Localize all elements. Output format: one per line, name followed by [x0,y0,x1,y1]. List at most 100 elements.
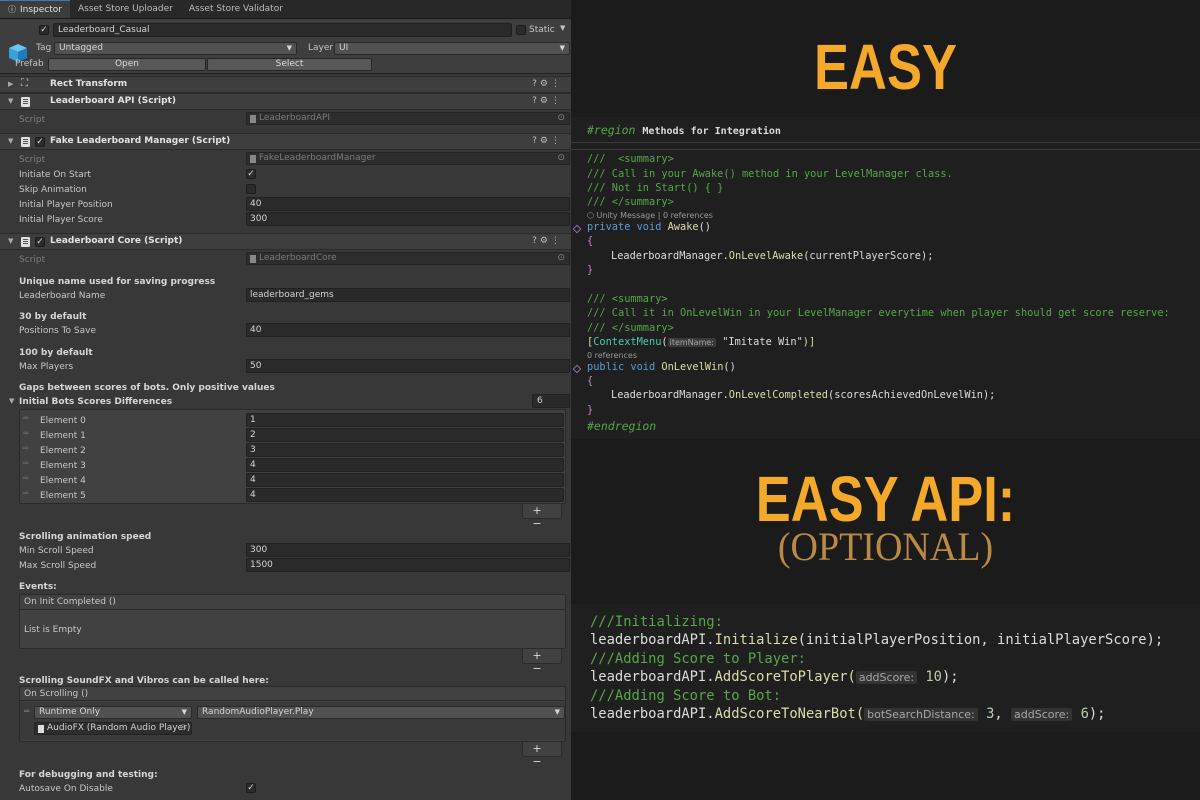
codelens[interactable]: 0 references [587,351,637,360]
tab-asset-store-validator[interactable]: Asset Store Validator [181,0,291,18]
codelens-text: Unity Message | 0 references [596,211,713,220]
tag-dropdown[interactable]: Untagged ▼ [54,42,297,55]
element-value-field[interactable]: 3 [246,443,564,457]
method-dropdown[interactable]: RandomAudioPlayer.Play ▼ [197,706,565,719]
drag-handle-icon[interactable]: ═ [24,707,29,717]
layer-label: Layer [308,43,334,53]
component-fake-leaderboard-manager[interactable]: ▼ ✓ Fake Leaderboard Manager (Script) ?⚙… [0,133,571,150]
list-size-field[interactable]: 6 [532,394,570,408]
open-prefab-button[interactable]: Open [48,58,206,71]
component-tools[interactable]: ?⚙⋮ [532,96,563,106]
tab-bar: ⓘ Inspector Asset Store Uploader Asset St… [0,0,571,19]
method-name: Initialize [714,632,798,648]
drag-handle-icon[interactable]: ═ [23,414,28,424]
divider [20,609,565,610]
number-literal: 6 [1080,706,1089,722]
inlay-hint: botSearchDistance: [864,708,978,721]
section-header: For debugging and testing: [19,770,158,780]
autosave-on-disable-checkbox[interactable]: ✓ [246,783,256,793]
component-leaderboard-core[interactable]: ▼ ✓ Leaderboard Core (Script) ?⚙⋮ [0,233,571,250]
min-scroll-speed-field[interactable]: 300 [246,543,570,557]
event-add-remove-buttons[interactable]: +− [522,649,562,675]
code-text: () [698,221,711,233]
target-icon[interactable]: ⊙ [557,113,565,124]
string-literal: "Imitate Win" [722,336,803,348]
fold-arrow-icon[interactable]: ▼ [8,237,13,245]
component-leaderboard-api[interactable]: ▼ Leaderboard API (Script) ?⚙⋮ [0,93,571,110]
drag-handle-icon[interactable]: ═ [23,444,28,454]
initial-player-position-field[interactable]: 40 [246,197,570,211]
component-enabled-checkbox[interactable]: ✓ [35,237,45,247]
gameobject-header: ✓ Leaderboard_Casual Static ▼ Tag Untagg… [0,19,571,74]
element-value-field[interactable]: 4 [246,488,564,502]
runtime-dropdown[interactable]: Runtime Only ▼ [34,706,192,719]
code-text: () [723,361,736,373]
layer-value: UI [339,43,349,53]
codelens[interactable]: ⬡ Unity Message | 0 references [587,211,713,220]
method-icon [572,364,582,374]
element-value-field[interactable]: 1 [246,413,564,427]
list-add-remove-buttons[interactable]: +− [522,504,562,530]
component-rect-transform[interactable]: ▶ ⛶ Rect Transform ?⚙⋮ [0,76,571,93]
target-icon[interactable]: ⊙ [557,253,565,264]
initial-player-score-field[interactable]: 300 [246,212,570,226]
target-icon[interactable]: ⊙ [179,723,187,734]
component-tools[interactable]: ?⚙⋮ [532,79,563,89]
scroll-event-add-remove-buttons[interactable]: +− [522,742,562,768]
skip-animation-checkbox[interactable] [246,184,256,194]
fold-arrow-icon[interactable]: ▶ [8,80,13,88]
drag-handle-icon[interactable]: ═ [23,489,28,499]
gameobject-name-field[interactable]: Leaderboard_Casual [53,23,512,37]
code-line: [ContextMenu(itemName: "Imitate Win")] [587,336,816,348]
component-tools[interactable]: ?⚙⋮ [532,136,563,146]
initiate-on-start-checkbox[interactable]: ✓ [246,169,256,179]
component-tools[interactable]: ?⚙⋮ [532,236,563,246]
bots-scores-differences-label: Initial Bots Scores Differences [19,397,173,407]
method-icon [572,224,582,234]
script-icon [21,97,30,107]
positions-to-save-field[interactable]: 40 [246,323,570,337]
max-players-field[interactable]: 50 [246,359,570,373]
section-header: 100 by default [19,348,93,358]
component-enabled-checkbox[interactable]: ✓ [35,137,45,147]
script-icon [21,237,30,247]
rect-transform-icon: ⛶ [21,78,28,89]
drag-handle-icon[interactable]: ═ [23,429,28,439]
tab-inspector[interactable]: ⓘ Inspector [0,0,70,18]
layer-dropdown[interactable]: UI ▼ [334,42,570,55]
initial-player-score-label: Initial Player Score [19,215,103,225]
audio-object-field[interactable]: AudioFX (Random Audio Player) ⊙ [34,722,192,735]
drag-handle-icon[interactable]: ═ [23,459,28,469]
promo-panel: EASY INTEGRATION: #region Methods for In… [571,0,1200,800]
fold-arrow-icon[interactable]: ▼ [8,97,13,105]
code-text: (initialPlayerPosition, initialPlayerSco… [797,632,1164,648]
element-value-field[interactable]: 2 [246,428,564,442]
chevron-down-icon: ▼ [554,708,560,716]
script-icon [250,255,256,263]
code-comment: ///Adding Score to Player: [590,651,806,667]
drag-handle-icon[interactable]: ═ [23,474,28,484]
target-icon[interactable]: ⊙ [557,153,565,164]
code-line: #region Methods for Integration [587,123,781,137]
code-text: leaderboardAPI. [590,706,715,722]
number-literal: 10 [925,669,942,685]
element-value-field[interactable]: 4 [246,473,564,487]
section-header: 30 by default [19,312,87,322]
script-value: FakeLeaderboardManager [259,153,376,163]
method-name: AddScoreToPlayer [714,669,848,685]
chevron-down-icon[interactable]: ▼ [560,24,565,32]
element-value-field[interactable]: 4 [246,458,564,472]
fold-arrow-icon[interactable]: ▼ [8,137,13,145]
leaderboard-name-field[interactable]: leaderboard_gems [246,288,570,302]
keyword: private void [587,221,668,233]
events-label: Events: [19,582,57,592]
max-scroll-speed-field[interactable]: 1500 [246,558,570,572]
fold-arrow-icon[interactable]: ▼ [9,397,14,405]
component-title: Leaderboard Core (Script) [50,236,183,246]
script-label: Script [19,115,46,125]
tab-asset-store-uploader[interactable]: Asset Store Uploader [70,0,181,18]
select-prefab-button[interactable]: Select [207,58,372,71]
script-field: LeaderboardCore ⊙ [246,252,570,265]
active-checkbox[interactable]: ✓ [39,25,49,35]
static-checkbox[interactable] [516,25,526,35]
